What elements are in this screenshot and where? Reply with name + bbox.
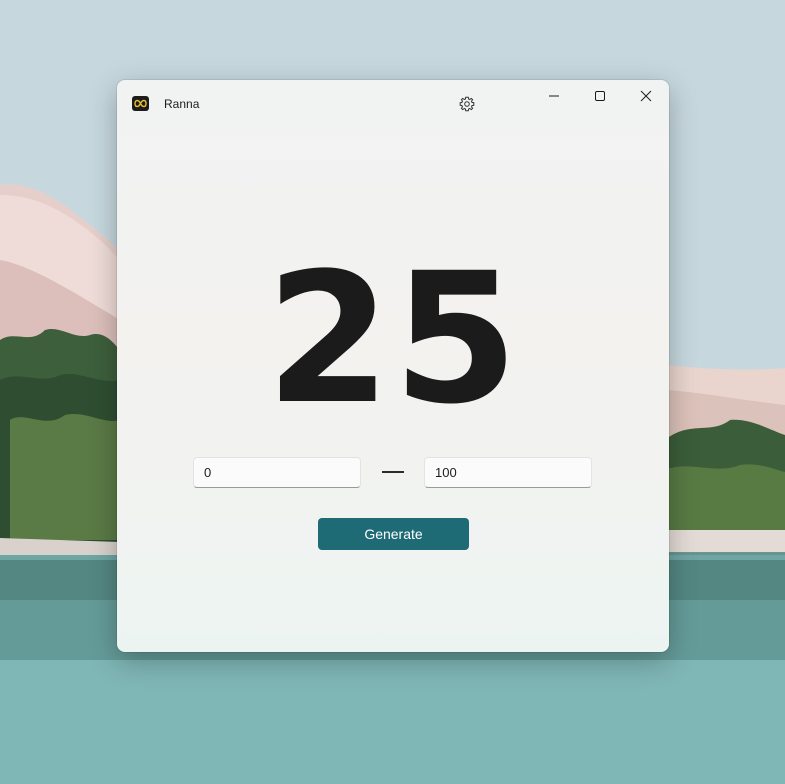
min-value-input[interactable] [193, 457, 361, 488]
close-button[interactable] [623, 80, 669, 112]
app-window: Ranna 25 0 100 Generate [117, 80, 669, 652]
title-bar[interactable]: Ranna [117, 80, 669, 128]
gear-icon [459, 96, 475, 112]
range-separator [382, 471, 404, 473]
app-title: Ranna [164, 97, 200, 111]
minimize-button[interactable] [531, 80, 577, 112]
settings-button[interactable] [455, 92, 479, 116]
generate-button[interactable]: Generate [318, 518, 469, 550]
generated-number: 25 [265, 235, 521, 444]
desktop-wallpaper: Ranna 25 0 100 Generate [0, 0, 785, 784]
max-value-input[interactable] [424, 457, 592, 488]
maximize-button[interactable] [577, 80, 623, 112]
close-icon [640, 90, 652, 102]
maximize-icon [595, 91, 605, 101]
minimize-icon [549, 95, 559, 97]
infinity-icon [132, 96, 149, 111]
